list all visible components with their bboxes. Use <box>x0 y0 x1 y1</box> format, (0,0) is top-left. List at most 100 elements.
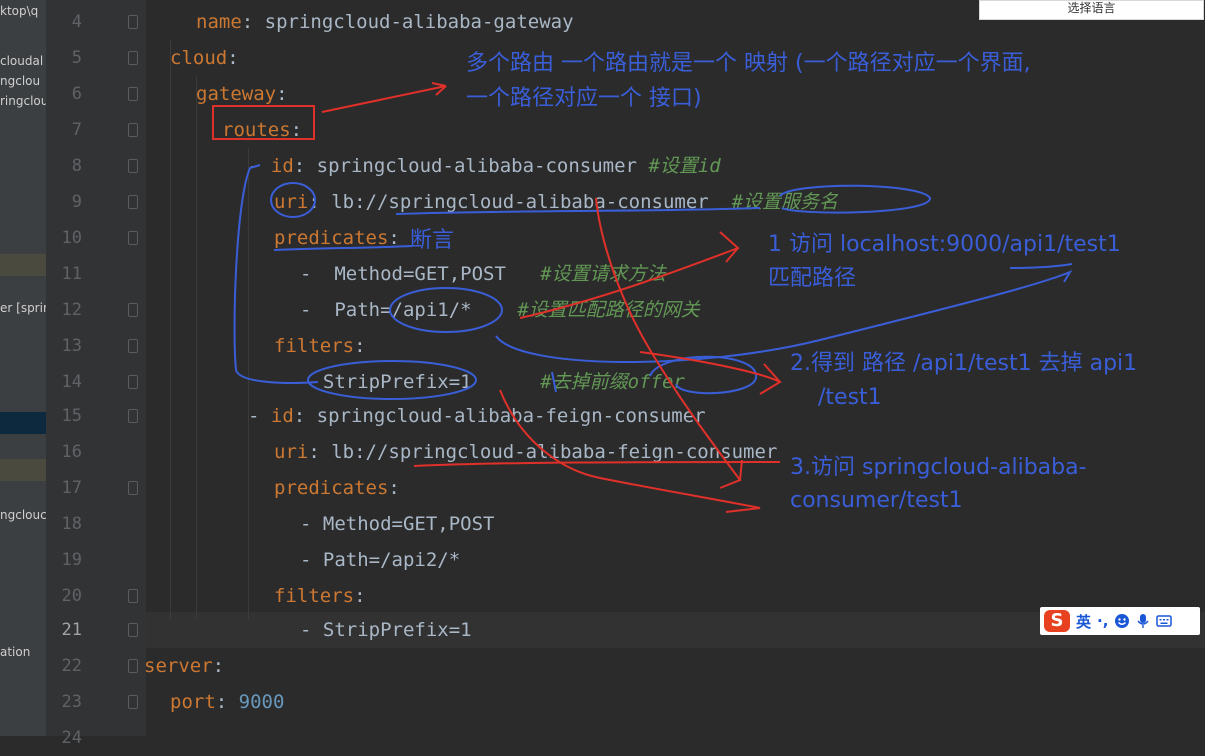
line-number: 19 <box>61 550 82 570</box>
microphone-icon[interactable] <box>1136 613 1150 629</box>
list-dash: - <box>248 155 271 177</box>
yaml-key: uri <box>274 441 309 463</box>
code-line: 12 - Path=/api1/* #设置匹配路径的网关 <box>0 292 1205 328</box>
ime-mode-toggle[interactable]: 英 <box>1076 611 1091 632</box>
yaml-key: routes <box>222 119 291 141</box>
yaml-list-item: - Path=/api1/* <box>300 299 518 321</box>
code-line: 20 filters: <box>0 578 1205 614</box>
code-line: 7 routes: <box>0 112 1205 148</box>
line-number: 9 <box>71 192 82 212</box>
line-number: 13 <box>61 336 82 356</box>
yaml-key: server <box>144 655 213 677</box>
yaml-key: predicates <box>274 477 389 499</box>
fold-marker-icon[interactable] <box>128 303 138 317</box>
line-number: 23 <box>61 692 82 712</box>
step1-note: 1 访问 localhost:9000/api1/test1 <box>768 232 1121 257</box>
line-number: 17 <box>61 478 82 498</box>
line-number: 6 <box>71 84 82 104</box>
fold-marker-icon[interactable] <box>128 659 138 673</box>
yaml-comment: #设置服务名 <box>731 191 839 213</box>
line-number: 16 <box>61 442 82 462</box>
fold-marker-icon[interactable] <box>128 51 138 65</box>
code-line: 9 uri: lb://springcloud-alibaba-consumer… <box>0 184 1205 220</box>
code-line: 24 <box>0 720 1205 756</box>
line-number: 14 <box>61 372 82 392</box>
yaml-key: gateway <box>196 83 277 105</box>
separator: : <box>241 11 265 33</box>
line-number: 15 <box>61 406 82 426</box>
yaml-key: id <box>270 405 294 427</box>
ime-punctuation-toggle[interactable]: ·, <box>1097 612 1108 630</box>
yaml-list-item: - StripPrefix=1 <box>300 371 541 393</box>
code-line: 22 server: <box>0 648 1205 684</box>
fold-marker-icon[interactable] <box>128 695 138 709</box>
fold-marker-icon[interactable] <box>128 195 138 209</box>
separator: : <box>227 47 239 69</box>
line-number: 21 <box>61 620 82 640</box>
step3-note: 3.访问 springcloud-alibaba- <box>790 455 1087 480</box>
step3-note: consumer/test1 <box>790 488 963 513</box>
separator: : <box>308 191 332 213</box>
emoji-icon[interactable] <box>1114 613 1130 629</box>
line-number: 7 <box>71 120 82 140</box>
line-number: 8 <box>71 156 82 176</box>
sogou-logo-icon[interactable]: S <box>1044 610 1070 632</box>
predicates-note: 断言 <box>410 228 455 253</box>
yaml-list-item: - Method=GET,POST <box>300 263 541 285</box>
ime-toolbar[interactable]: S 英 ·, <box>1040 607 1200 635</box>
separator: : <box>293 405 317 427</box>
separator: : <box>388 227 400 249</box>
yaml-key: predicates <box>274 227 389 249</box>
yaml-list-item: - Method=GET,POST <box>300 513 495 535</box>
routes-note: 一个路径对应一个 接口) <box>466 86 702 111</box>
line-number: 5 <box>71 48 82 68</box>
yaml-value: lb://springcloud-alibaba-feign-consumer <box>331 441 778 463</box>
fold-marker-icon[interactable] <box>128 15 138 29</box>
line-number: 20 <box>61 586 82 606</box>
line-number: 12 <box>61 300 82 320</box>
routes-note: 多个路由 一个路由就是一个 映射 (一个路径对应一个界面, <box>466 51 1031 76</box>
yaml-comment: #设置匹配路径的网关 <box>517 299 700 321</box>
separator: : <box>354 585 366 607</box>
yaml-comment: #设置请求方法 <box>540 263 666 285</box>
fold-marker-icon[interactable] <box>128 375 138 389</box>
code-line: 8 - id: springcloud-alibaba-consumer #设置… <box>0 148 1205 184</box>
fold-marker-icon[interactable] <box>128 589 138 603</box>
yaml-value: springcloud-alibaba-feign-consumer <box>316 405 706 427</box>
fold-marker-icon[interactable] <box>128 123 138 137</box>
fold-marker-icon[interactable] <box>128 87 138 101</box>
fold-marker-icon[interactable] <box>128 481 138 495</box>
step1-note: 匹配路径 <box>768 266 857 291</box>
step2-note: 2.得到 路径 /api1/test1 去掉 api1 <box>790 351 1138 376</box>
separator: : <box>293 155 317 177</box>
fold-marker-icon[interactable] <box>128 231 138 245</box>
yaml-key: id <box>270 155 294 177</box>
fold-marker-icon[interactable] <box>128 623 138 637</box>
code-line-current: 21 - StripPrefix=1 <box>0 612 1205 648</box>
code-line: 18 - Method=GET,POST <box>0 506 1205 542</box>
fold-marker-icon[interactable] <box>128 159 138 173</box>
fold-marker-icon[interactable] <box>128 339 138 353</box>
yaml-value: springcloud-alibaba-gateway <box>264 11 574 33</box>
yaml-key: port <box>170 691 216 713</box>
separator: : <box>212 655 225 677</box>
separator: : <box>354 335 366 357</box>
list-dash: - <box>248 405 271 427</box>
line-number: 24 <box>61 728 82 748</box>
keyboard-icon[interactable] <box>1156 614 1173 628</box>
select-language-button[interactable]: 选择语言 <box>979 0 1204 20</box>
separator: : <box>308 441 332 463</box>
line-number: 4 <box>71 12 82 32</box>
yaml-list-item: - Path=/api2/* <box>300 549 461 571</box>
fold-marker-icon[interactable] <box>128 409 138 423</box>
yaml-value: springcloud-alibaba-consumer <box>316 155 649 177</box>
line-number: 18 <box>61 514 82 534</box>
separator: : <box>388 477 400 499</box>
separator: : <box>215 691 239 713</box>
yaml-comment: #去掉前缀offer <box>540 371 685 393</box>
yaml-value: lb://springcloud-alibaba-consumer <box>331 191 732 213</box>
code-line: 19 - Path=/api2/* <box>0 542 1205 578</box>
yaml-key: cloud <box>170 47 228 69</box>
yaml-list-item: - StripPrefix=1 <box>300 619 472 641</box>
yaml-number: 9000 <box>238 691 285 713</box>
